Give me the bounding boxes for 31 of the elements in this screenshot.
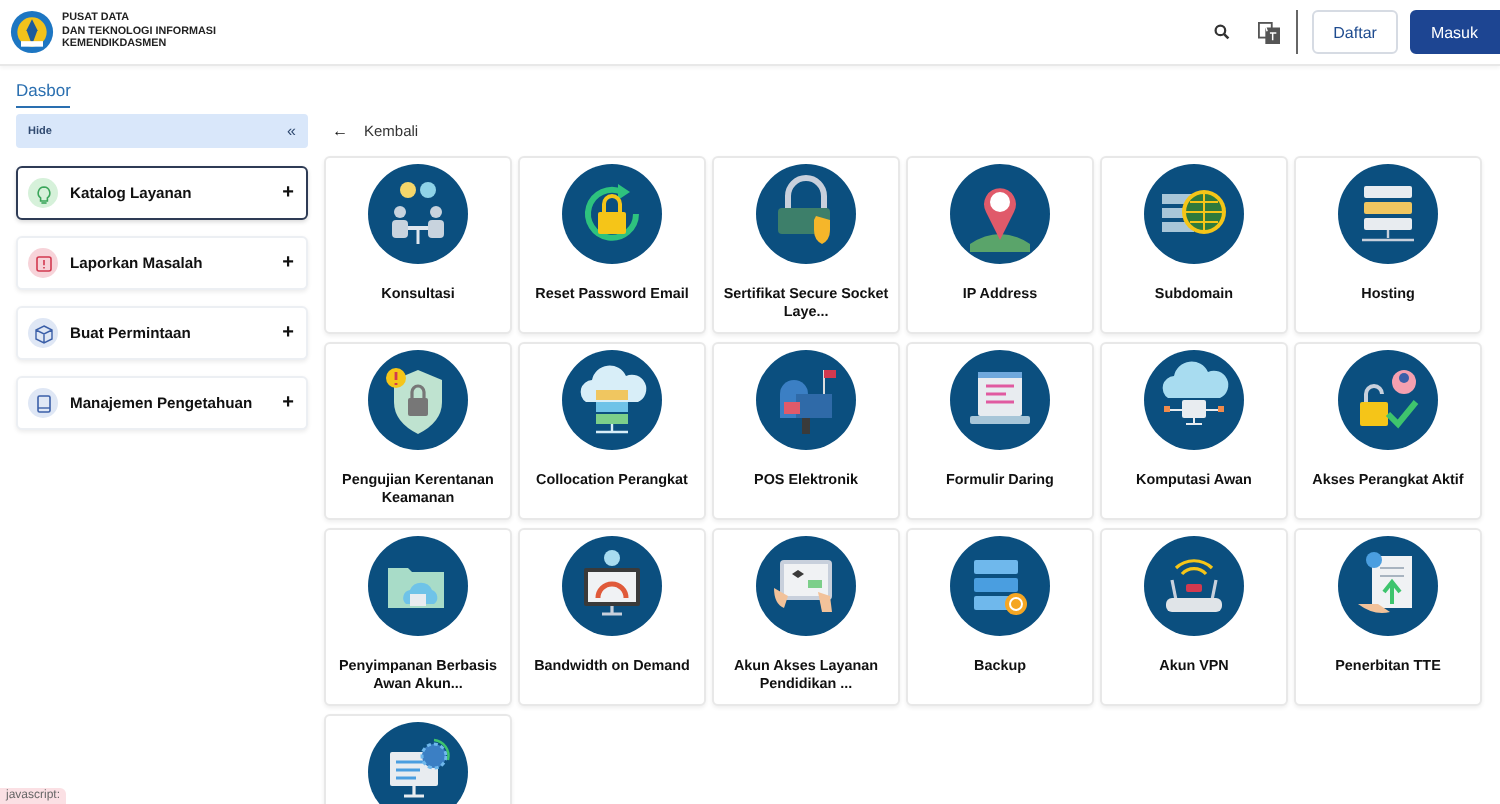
padlock-shield-icon	[756, 164, 856, 264]
mailbox-icon	[756, 350, 856, 450]
back-arrow-icon[interactable]: ←	[332, 121, 348, 139]
document-upload-icon	[1338, 536, 1438, 636]
lock-reset-icon	[562, 164, 662, 264]
search-icon[interactable]	[1213, 24, 1230, 40]
database-stack-icon	[950, 536, 1050, 636]
monitor-gear-icon	[368, 722, 468, 804]
expand-icon[interactable]: +	[282, 252, 294, 274]
cloud-server-icon	[562, 350, 662, 450]
collapse-icon[interactable]: «	[287, 122, 296, 140]
expand-icon[interactable]: +	[282, 392, 294, 414]
monitor-gauge-icon	[562, 536, 662, 636]
register-button[interactable]: Daftar	[1311, 10, 1399, 54]
expand-icon[interactable]: +	[282, 322, 294, 344]
emblem-logo	[10, 10, 54, 54]
login-button[interactable]: Masuk	[1410, 10, 1500, 54]
expand-icon[interactable]: +	[282, 182, 294, 204]
tablet-hand-icon	[756, 536, 856, 636]
padlock-user-check-icon	[1338, 350, 1438, 450]
wifi-router-icon	[1144, 536, 1244, 636]
cloud-computer-icon	[1144, 350, 1244, 450]
laptop-form-icon	[950, 350, 1050, 450]
people-meeting-icon	[368, 164, 468, 264]
translate-icon[interactable]	[1257, 21, 1280, 43]
location-pin-icon	[950, 164, 1050, 264]
dashboard-tab[interactable]: Dasbor	[16, 78, 71, 108]
server-globe-icon	[1144, 164, 1244, 264]
shield-lock-icon	[368, 350, 468, 450]
folder-cloud-icon	[368, 536, 468, 636]
server-rack-icon	[1338, 164, 1438, 264]
